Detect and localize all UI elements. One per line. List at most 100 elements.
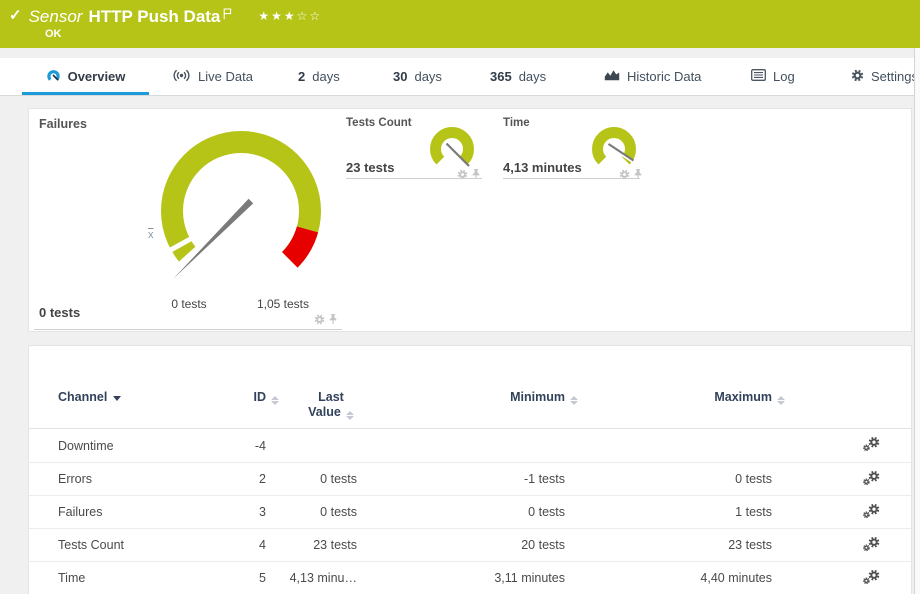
channel-id: -4 bbox=[198, 439, 266, 453]
channel-id: 5 bbox=[198, 571, 266, 585]
gauge-band-red bbox=[290, 229, 308, 259]
time-current-value: 4,13 minutes bbox=[503, 160, 582, 175]
failures-gauge bbox=[149, 123, 333, 283]
channel-name: Failures bbox=[58, 505, 198, 519]
channel-last-value: 4,13 minu… bbox=[266, 571, 357, 585]
stars-filled[interactable]: ★★★ bbox=[258, 9, 296, 23]
priority-flag-icon[interactable] bbox=[223, 7, 232, 25]
column-header-id[interactable]: ID bbox=[198, 390, 266, 405]
edit-channel-button[interactable] bbox=[862, 536, 881, 555]
divider bbox=[34, 329, 342, 330]
tab-historic-data[interactable]: Historic Data bbox=[604, 58, 701, 95]
table-row: Errors 2 0 tests -1 tests 0 tests bbox=[29, 462, 911, 495]
tab-live-data[interactable]: Live Data bbox=[172, 58, 253, 95]
tab-settings-label: Settings bbox=[871, 69, 918, 84]
tab-365-days[interactable]: 365 days bbox=[490, 58, 546, 95]
gauges-card: Failures x 0 tests 1,05 tests 0 tests Te… bbox=[28, 108, 912, 332]
tab-historic-data-label: Historic Data bbox=[627, 69, 701, 84]
channel-maximum: 4,40 minutes bbox=[565, 571, 772, 585]
window-right-margin bbox=[915, 48, 920, 594]
edit-channel-button[interactable] bbox=[862, 569, 881, 588]
failures-gauge-max-label: 1,05 tests bbox=[241, 297, 325, 311]
failures-current-value: 0 tests bbox=[39, 305, 80, 320]
channel-last-value: 0 tests bbox=[266, 505, 357, 519]
sensor-status-badge: OK bbox=[45, 28, 62, 40]
sort-toggle-icon bbox=[346, 411, 354, 420]
column-header-last-value[interactable]: Last Value bbox=[266, 390, 357, 420]
object-kind-label: Sensor bbox=[29, 6, 83, 28]
channel-maximum: 0 tests bbox=[565, 472, 772, 486]
channel-id: 3 bbox=[198, 505, 266, 519]
tab-2-days-number: 2 bbox=[298, 69, 305, 84]
gear-icon bbox=[851, 69, 864, 85]
broadcast-icon bbox=[172, 69, 191, 85]
edit-channel-button[interactable] bbox=[862, 436, 881, 455]
channel-last-value: 0 tests bbox=[266, 472, 357, 486]
tab-365-days-number: 365 bbox=[490, 69, 512, 84]
tab-live-data-label: Live Data bbox=[198, 69, 253, 84]
edit-channel-button[interactable] bbox=[862, 503, 881, 522]
channel-id: 4 bbox=[198, 538, 266, 552]
channel-minimum: -1 tests bbox=[357, 472, 565, 486]
status-check-icon: ✓ bbox=[9, 6, 22, 26]
tab-bar: Overview Live Data 2 days 30 days 365 da… bbox=[0, 58, 920, 96]
tab-overview[interactable]: Overview bbox=[22, 58, 149, 95]
panel-pin-icon[interactable] bbox=[633, 167, 643, 185]
table-header-row: Channel ID Last Value Minimum Maximum bbox=[29, 346, 911, 429]
channel-name: Tests Count bbox=[58, 538, 198, 552]
tab-30-days[interactable]: 30 days bbox=[393, 58, 442, 95]
tab-log[interactable]: Log bbox=[751, 58, 795, 95]
sensor-title: HTTP Push Data bbox=[88, 6, 220, 28]
list-icon bbox=[751, 69, 766, 84]
panel-pin-icon[interactable] bbox=[328, 312, 338, 330]
active-tab-indicator bbox=[22, 92, 149, 95]
tab-2-days[interactable]: 2 days bbox=[298, 58, 340, 95]
failures-gauge-title: Failures bbox=[39, 117, 87, 131]
column-header-channel[interactable]: Channel bbox=[58, 390, 198, 405]
divider bbox=[503, 178, 640, 179]
sort-desc-icon bbox=[113, 396, 121, 401]
panel-gear-icon[interactable] bbox=[457, 167, 468, 185]
table-row: Tests Count 4 23 tests 20 tests 23 tests bbox=[29, 528, 911, 561]
gauge-band-green bbox=[436, 133, 469, 161]
tab-2-days-label: days bbox=[312, 69, 339, 84]
channels-table-card: Channel ID Last Value Minimum Maximum Do… bbox=[28, 345, 912, 594]
column-header-maximum[interactable]: Maximum bbox=[565, 390, 772, 405]
sensor-header-bar: ✓ Sensor HTTP Push Data ★★★☆☆ OK bbox=[0, 0, 920, 48]
area-chart-icon bbox=[604, 69, 620, 84]
channel-last-value: 23 tests bbox=[266, 538, 357, 552]
table-row: Time 5 4,13 minu… 3,11 minutes 4,40 minu… bbox=[29, 561, 911, 594]
panel-gear-icon[interactable] bbox=[314, 312, 325, 330]
prtg-sensor-page: ✓ Sensor HTTP Push Data ★★★☆☆ OK Overvie… bbox=[0, 0, 920, 594]
priority-stars[interactable]: ★★★☆☆ bbox=[258, 6, 322, 26]
time-gauge-title: Time bbox=[503, 117, 530, 129]
average-marker-label: x bbox=[148, 229, 154, 241]
tab-overview-label: Overview bbox=[68, 69, 126, 84]
tab-30-days-number: 30 bbox=[393, 69, 407, 84]
tab-log-label: Log bbox=[773, 69, 795, 84]
divider bbox=[346, 178, 482, 179]
sort-toggle-icon bbox=[777, 396, 785, 405]
channel-minimum: 20 tests bbox=[357, 538, 565, 552]
channel-name: Errors bbox=[58, 472, 198, 486]
tests-count-current-value: 23 tests bbox=[346, 160, 394, 175]
tab-30-days-label: days bbox=[414, 69, 441, 84]
channel-maximum: 1 tests bbox=[565, 505, 772, 519]
table-row: Downtime -4 bbox=[29, 429, 911, 462]
column-header-minimum[interactable]: Minimum bbox=[357, 390, 565, 405]
channel-name: Time bbox=[58, 571, 198, 585]
failures-gauge-min-label: 0 tests bbox=[159, 297, 219, 311]
panel-pin-icon[interactable] bbox=[471, 167, 481, 185]
table-row: Failures 3 0 tests 0 tests 1 tests bbox=[29, 495, 911, 528]
stars-empty[interactable]: ☆☆ bbox=[297, 9, 323, 23]
panel-gear-icon[interactable] bbox=[619, 167, 630, 185]
tab-settings[interactable]: Settings bbox=[851, 58, 918, 95]
channel-minimum: 3,11 minutes bbox=[357, 571, 565, 585]
channel-name: Downtime bbox=[58, 439, 198, 453]
tab-365-days-label: days bbox=[519, 69, 546, 84]
channel-minimum: 0 tests bbox=[357, 505, 565, 519]
gauge-icon bbox=[46, 69, 61, 85]
channel-id: 2 bbox=[198, 472, 266, 486]
channel-maximum: 23 tests bbox=[565, 538, 772, 552]
edit-channel-button[interactable] bbox=[862, 470, 881, 489]
